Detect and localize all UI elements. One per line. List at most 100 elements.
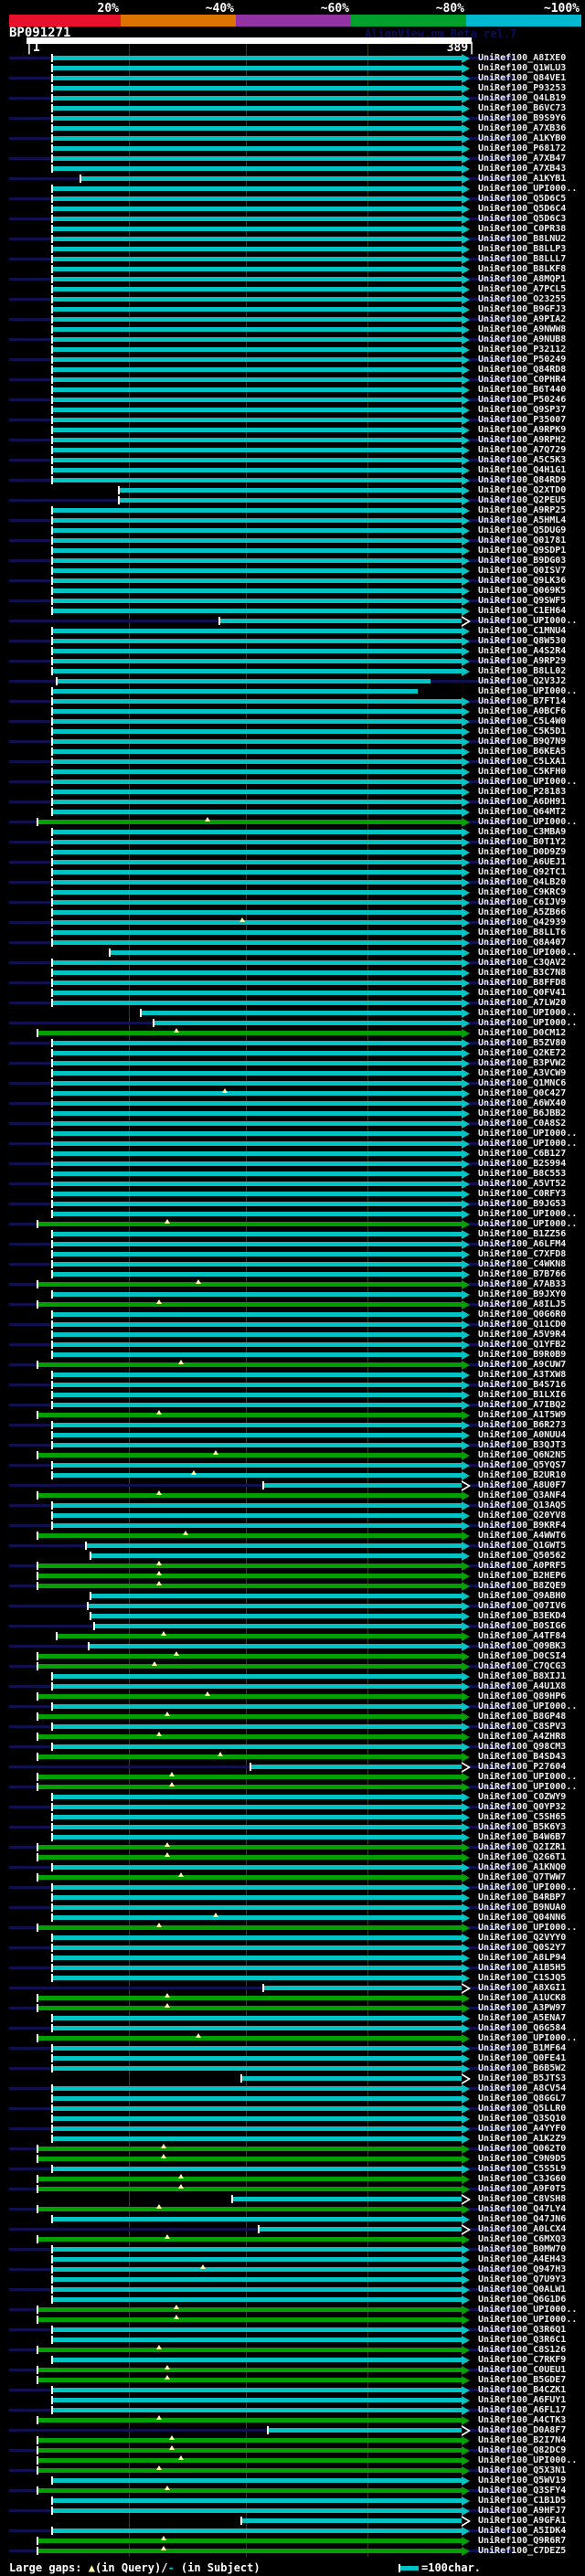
- alignment-bar[interactable]: [53, 1885, 462, 1890]
- alignment-bar[interactable]: [38, 2468, 462, 2473]
- alignment-bar[interactable]: [38, 2458, 462, 2463]
- alignment-bar[interactable]: [53, 920, 462, 925]
- hit-label[interactable]: UniRef100_A0LCX4: [478, 2224, 584, 2234]
- hit-label[interactable]: UniRef100_A8IXE0: [478, 53, 584, 63]
- alignment-bar[interactable]: [53, 528, 462, 533]
- alignment-bar[interactable]: [53, 2498, 462, 2503]
- alignment-bar[interactable]: [53, 96, 462, 101]
- hit-label[interactable]: UniRef100_Q01781: [478, 535, 584, 546]
- hit-label[interactable]: UniRef100_A8ILJ5: [478, 1299, 584, 1309]
- hit-label[interactable]: UniRef100_Q9SWF5: [478, 596, 584, 606]
- hit-label[interactable]: UniRef100_Q2PEU5: [478, 495, 584, 505]
- alignment-bar[interactable]: [53, 398, 462, 402]
- hit-label[interactable]: UniRef100_A1KYB0: [478, 133, 584, 143]
- hit-label[interactable]: UniRef100_Q6G1D6: [478, 2295, 584, 2305]
- hit-label[interactable]: UniRef100_B3EKD4: [478, 1611, 584, 1621]
- alignment-bar[interactable]: [53, 377, 462, 382]
- hit-label[interactable]: UniRef100_C5KFH0: [478, 767, 584, 777]
- alignment-bar[interactable]: [53, 850, 462, 854]
- hit-label[interactable]: UniRef100_B8LL02: [478, 666, 584, 676]
- hit-label[interactable]: UniRef100_B7FT14: [478, 696, 584, 706]
- hit-label[interactable]: UniRef100_A3TXW8: [478, 1370, 584, 1380]
- hit-label[interactable]: UniRef100_Q1MNC6: [478, 1078, 584, 1088]
- hit-label[interactable]: UniRef100_B8LLL7: [478, 254, 584, 264]
- alignment-bar[interactable]: [53, 1815, 462, 1819]
- alignment-bar[interactable]: [53, 2327, 462, 2332]
- hit-label[interactable]: UniRef100_UPI000..: [478, 817, 584, 827]
- alignment-bar[interactable]: [53, 1322, 462, 1327]
- alignment-bar[interactable]: [53, 146, 462, 151]
- alignment-bar[interactable]: [53, 1202, 462, 1206]
- alignment-bar[interactable]: [53, 2056, 462, 2061]
- hit-label[interactable]: UniRef100_UPI000..: [478, 2455, 584, 2465]
- hit-label[interactable]: UniRef100_Q1GWT5: [478, 1541, 584, 1551]
- alignment-bar[interactable]: [260, 2227, 462, 2231]
- alignment-bar[interactable]: [53, 66, 462, 70]
- hit-label[interactable]: UniRef100_A6WX40: [478, 1098, 584, 1108]
- hit-label[interactable]: UniRef100_Q3R6Q1: [478, 2325, 584, 2335]
- hit-label[interactable]: UniRef100_C4WKN8: [478, 1259, 584, 1269]
- alignment-bar[interactable]: [38, 1222, 462, 1226]
- alignment-bar[interactable]: [38, 2237, 462, 2242]
- hit-label[interactable]: UniRef100_Q6N2N5: [478, 1450, 584, 1460]
- alignment-bar[interactable]: [53, 1795, 462, 1799]
- alignment-bar[interactable]: [53, 2277, 462, 2282]
- hit-label[interactable]: UniRef100_Q5D6C5: [478, 194, 584, 204]
- alignment-bar[interactable]: [38, 1996, 462, 2000]
- alignment-bar[interactable]: [53, 76, 462, 80]
- hit-label[interactable]: UniRef100_B6R273: [478, 1420, 584, 1430]
- hit-label[interactable]: UniRef100_B4SD43: [478, 1752, 584, 1762]
- hit-label[interactable]: UniRef100_UPI000..: [478, 2305, 584, 2315]
- alignment-bar[interactable]: [53, 1141, 462, 1146]
- hit-label[interactable]: UniRef100_C0RFY3: [478, 1189, 584, 1199]
- alignment-bar[interactable]: [53, 538, 462, 543]
- hit-label[interactable]: UniRef100_Q42939: [478, 917, 584, 928]
- alignment-bar[interactable]: [53, 790, 462, 794]
- hit-label[interactable]: UniRef100_B5ZV80: [478, 1038, 584, 1048]
- hit-label[interactable]: UniRef100_Q11CD0: [478, 1320, 584, 1330]
- hit-label[interactable]: UniRef100_B8LNU2: [478, 234, 584, 244]
- alignment-bar[interactable]: [38, 2036, 462, 2041]
- hit-label[interactable]: UniRef100_B9R0B9: [478, 1350, 584, 1360]
- alignment-bar[interactable]: [53, 558, 462, 563]
- hit-label[interactable]: UniRef100_C1MNU4: [478, 626, 584, 636]
- alignment-bar[interactable]: [53, 116, 462, 121]
- alignment-bar[interactable]: [53, 196, 462, 201]
- hit-label[interactable]: UniRef100_C3MBA9: [478, 827, 584, 837]
- hit-label[interactable]: UniRef100_Q0ISV7: [478, 566, 584, 576]
- hit-label[interactable]: UniRef100_Q0FV41: [478, 988, 584, 998]
- hit-label[interactable]: UniRef100_C9N9D5: [478, 2154, 584, 2164]
- hit-label[interactable]: UniRef100_Q5D6C3: [478, 214, 584, 224]
- hit-label[interactable]: UniRef100_Q13AQ5: [478, 1500, 584, 1511]
- hit-label[interactable]: UniRef100_B2S994: [478, 1159, 584, 1169]
- alignment-bar[interactable]: [53, 1674, 462, 1679]
- alignment-bar[interactable]: [251, 1765, 462, 1769]
- alignment-bar[interactable]: [53, 729, 462, 734]
- hit-label[interactable]: UniRef100_A0PRF5: [478, 1561, 584, 1571]
- hit-label[interactable]: UniRef100_A9RP29: [478, 656, 584, 666]
- hit-label[interactable]: UniRef100_P28183: [478, 787, 584, 797]
- hit-label[interactable]: UniRef100_A4EH43: [478, 2254, 584, 2264]
- alignment-bar[interactable]: [53, 1171, 462, 1176]
- alignment-bar[interactable]: [53, 156, 462, 161]
- alignment-bar[interactable]: [38, 1664, 462, 1669]
- hit-label[interactable]: UniRef100_A4ZHR8: [478, 1732, 584, 1742]
- alignment-bar[interactable]: [53, 2247, 462, 2252]
- alignment-bar[interactable]: [53, 267, 462, 271]
- alignment-bar[interactable]: [38, 2378, 462, 2382]
- alignment-bar[interactable]: [53, 1523, 462, 1528]
- alignment-bar[interactable]: [53, 2297, 462, 2302]
- alignment-bar[interactable]: [38, 1925, 462, 1930]
- hit-label[interactable]: UniRef100_UPI000..: [478, 2033, 584, 2043]
- hit-label[interactable]: UniRef100_A6LFM4: [478, 1239, 584, 1249]
- alignment-bar[interactable]: [53, 1905, 462, 1910]
- alignment-bar[interactable]: [53, 970, 462, 975]
- alignment-bar[interactable]: [53, 2016, 462, 2020]
- hit-label[interactable]: UniRef100_Q3ANF4: [478, 1490, 584, 1500]
- hit-label[interactable]: UniRef100_UPI000..: [478, 1782, 584, 1792]
- alignment-bar[interactable]: [53, 759, 462, 764]
- alignment-bar[interactable]: [53, 1503, 462, 1508]
- alignment-bar[interactable]: [53, 981, 462, 985]
- hit-label[interactable]: UniRef100_A6FUY1: [478, 2395, 584, 2405]
- alignment-bar[interactable]: [53, 126, 462, 131]
